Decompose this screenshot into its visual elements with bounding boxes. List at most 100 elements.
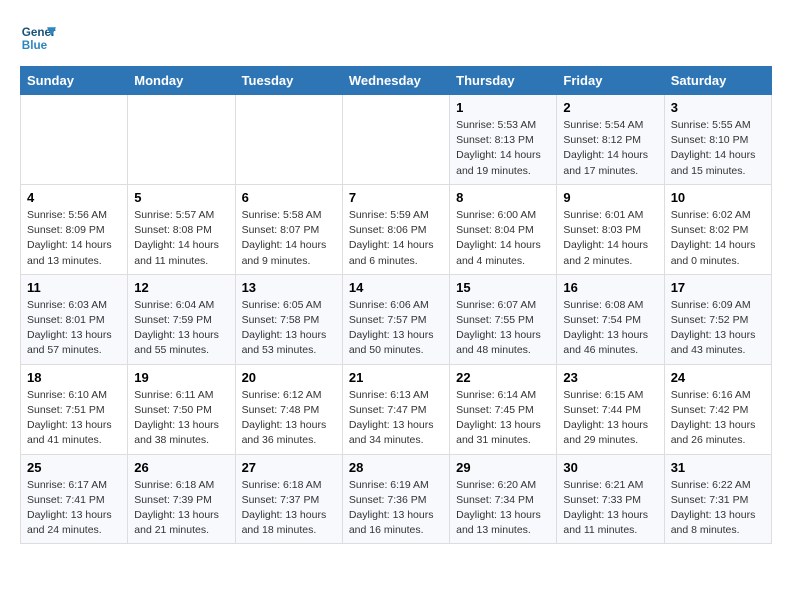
week-row-3: 11Sunrise: 6:03 AM Sunset: 8:01 PM Dayli…: [21, 274, 772, 364]
day-cell: 20 Sunrise: 6:12 AM Sunset: 7:48 PM Dayli…: [235, 364, 342, 454]
day-cell: 5 Sunrise: 5:57 AM Sunset: 8:08 PM Daylig…: [128, 184, 235, 274]
day-cell: 9 Sunrise: 6:01 AM Sunset: 8:03 PM Daylig…: [557, 184, 664, 274]
day-cell: 12 Sunrise: 6:04 AM Sunset: 7:59 PM Dayli…: [128, 274, 235, 364]
day-number: 19: [134, 370, 228, 385]
day-cell: 14 Sunrise: 6:06 AM Sunset: 7:57 PM Dayli…: [342, 274, 449, 364]
day-cell: 7 Sunrise: 5:59 AM Sunset: 8:06 PM Daylig…: [342, 184, 449, 274]
day-number: 23: [563, 370, 657, 385]
col-header-wednesday: Wednesday: [342, 67, 449, 95]
day-number: 13: [242, 280, 336, 295]
day-number: 5: [134, 190, 228, 205]
day-cell: 15 Sunrise: 6:07 AM Sunset: 7:55 PM Dayli…: [450, 274, 557, 364]
day-number: 14: [349, 280, 443, 295]
day-info: Sunrise: 5:55 AM Sunset: 8:10 PM Dayligh…: [671, 118, 765, 179]
day-info: Sunrise: 5:56 AM Sunset: 8:09 PM Dayligh…: [27, 208, 121, 269]
day-number: 25: [27, 460, 121, 475]
day-cell: 26Sunrise: 6:18 AM Sunset: 7:39 PM Dayli…: [128, 454, 235, 544]
day-cell: 8 Sunrise: 6:00 AM Sunset: 8:04 PM Daylig…: [450, 184, 557, 274]
day-number: 3: [671, 100, 765, 115]
day-cell: 16Sunrise: 6:08 AM Sunset: 7:54 PM Dayli…: [557, 274, 664, 364]
col-header-thursday: Thursday: [450, 67, 557, 95]
day-cell: 11Sunrise: 6:03 AM Sunset: 8:01 PM Dayli…: [21, 274, 128, 364]
day-cell: 28 Sunrise: 6:19 AM Sunset: 7:36 PM Dayli…: [342, 454, 449, 544]
day-info: Sunrise: 6:14 AM Sunset: 7:45 PM Dayligh…: [456, 388, 550, 449]
day-number: 29: [456, 460, 550, 475]
day-info: Sunrise: 6:04 AM Sunset: 7:59 PM Dayligh…: [134, 298, 228, 359]
day-cell: 24 Sunrise: 6:16 AM Sunset: 7:42 PM Dayli…: [664, 364, 771, 454]
day-cell: 22 Sunrise: 6:14 AM Sunset: 7:45 PM Dayli…: [450, 364, 557, 454]
day-cell: 6 Sunrise: 5:58 AM Sunset: 8:07 PM Daylig…: [235, 184, 342, 274]
day-number: 18: [27, 370, 121, 385]
day-number: 6: [242, 190, 336, 205]
day-cell: [128, 95, 235, 185]
svg-text:Blue: Blue: [22, 39, 48, 52]
day-info: Sunrise: 5:57 AM Sunset: 8:08 PM Dayligh…: [134, 208, 228, 269]
day-number: 21: [349, 370, 443, 385]
day-info: Sunrise: 6:21 AM Sunset: 7:33 PM Dayligh…: [563, 478, 657, 539]
day-number: 15: [456, 280, 550, 295]
day-info: Sunrise: 6:01 AM Sunset: 8:03 PM Dayligh…: [563, 208, 657, 269]
day-info: Sunrise: 6:07 AM Sunset: 7:55 PM Dayligh…: [456, 298, 550, 359]
day-info: Sunrise: 6:20 AM Sunset: 7:34 PM Dayligh…: [456, 478, 550, 539]
col-header-saturday: Saturday: [664, 67, 771, 95]
day-cell: 21Sunrise: 6:13 AM Sunset: 7:47 PM Dayli…: [342, 364, 449, 454]
day-info: Sunrise: 6:11 AM Sunset: 7:50 PM Dayligh…: [134, 388, 228, 449]
col-header-monday: Monday: [128, 67, 235, 95]
day-cell: [235, 95, 342, 185]
calendar-header-row: SundayMondayTuesdayWednesdayThursdayFrid…: [21, 67, 772, 95]
day-cell: [342, 95, 449, 185]
week-row-5: 25Sunrise: 6:17 AM Sunset: 7:41 PM Dayli…: [21, 454, 772, 544]
day-info: Sunrise: 6:15 AM Sunset: 7:44 PM Dayligh…: [563, 388, 657, 449]
day-cell: 10 Sunrise: 6:02 AM Sunset: 8:02 PM Dayli…: [664, 184, 771, 274]
day-number: 30: [563, 460, 657, 475]
day-number: 2: [563, 100, 657, 115]
day-number: 7: [349, 190, 443, 205]
day-info: Sunrise: 6:16 AM Sunset: 7:42 PM Dayligh…: [671, 388, 765, 449]
day-info: Sunrise: 6:18 AM Sunset: 7:37 PM Dayligh…: [242, 478, 336, 539]
day-number: 22: [456, 370, 550, 385]
day-cell: 19 Sunrise: 6:11 AM Sunset: 7:50 PM Dayli…: [128, 364, 235, 454]
day-info: Sunrise: 6:10 AM Sunset: 7:51 PM Dayligh…: [27, 388, 121, 449]
day-number: 8: [456, 190, 550, 205]
day-number: 9: [563, 190, 657, 205]
day-info: Sunrise: 6:09 AM Sunset: 7:52 PM Dayligh…: [671, 298, 765, 359]
day-info: Sunrise: 5:54 AM Sunset: 8:12 PM Dayligh…: [563, 118, 657, 179]
day-number: 17: [671, 280, 765, 295]
day-cell: 13 Sunrise: 6:05 AM Sunset: 7:58 PM Dayli…: [235, 274, 342, 364]
col-header-tuesday: Tuesday: [235, 67, 342, 95]
day-cell: 4Sunrise: 5:56 AM Sunset: 8:09 PM Daylig…: [21, 184, 128, 274]
day-info: Sunrise: 5:59 AM Sunset: 8:06 PM Dayligh…: [349, 208, 443, 269]
week-row-2: 4Sunrise: 5:56 AM Sunset: 8:09 PM Daylig…: [21, 184, 772, 274]
day-info: Sunrise: 5:58 AM Sunset: 8:07 PM Dayligh…: [242, 208, 336, 269]
day-info: Sunrise: 6:19 AM Sunset: 7:36 PM Dayligh…: [349, 478, 443, 539]
day-info: Sunrise: 6:12 AM Sunset: 7:48 PM Dayligh…: [242, 388, 336, 449]
day-info: Sunrise: 6:02 AM Sunset: 8:02 PM Dayligh…: [671, 208, 765, 269]
day-info: Sunrise: 6:22 AM Sunset: 7:31 PM Dayligh…: [671, 478, 765, 539]
col-header-friday: Friday: [557, 67, 664, 95]
day-number: 28: [349, 460, 443, 475]
day-info: Sunrise: 6:05 AM Sunset: 7:58 PM Dayligh…: [242, 298, 336, 359]
day-info: Sunrise: 6:18 AM Sunset: 7:39 PM Dayligh…: [134, 478, 228, 539]
logo-icon: General Blue: [20, 20, 56, 56]
day-cell: 27Sunrise: 6:18 AM Sunset: 7:37 PM Dayli…: [235, 454, 342, 544]
day-number: 20: [242, 370, 336, 385]
day-info: Sunrise: 6:06 AM Sunset: 7:57 PM Dayligh…: [349, 298, 443, 359]
week-row-4: 18 Sunrise: 6:10 AM Sunset: 7:51 PM Dayli…: [21, 364, 772, 454]
day-cell: 23 Sunrise: 6:15 AM Sunset: 7:44 PM Dayli…: [557, 364, 664, 454]
day-number: 1: [456, 100, 550, 115]
page-header: General Blue: [20, 20, 772, 56]
day-number: 31: [671, 460, 765, 475]
week-row-1: 1Sunrise: 5:53 AM Sunset: 8:13 PM Daylig…: [21, 95, 772, 185]
day-cell: 18 Sunrise: 6:10 AM Sunset: 7:51 PM Dayli…: [21, 364, 128, 454]
day-cell: 3 Sunrise: 5:55 AM Sunset: 8:10 PM Daylig…: [664, 95, 771, 185]
day-number: 10: [671, 190, 765, 205]
day-info: Sunrise: 6:00 AM Sunset: 8:04 PM Dayligh…: [456, 208, 550, 269]
day-number: 24: [671, 370, 765, 385]
day-number: 12: [134, 280, 228, 295]
day-cell: 17 Sunrise: 6:09 AM Sunset: 7:52 PM Dayli…: [664, 274, 771, 364]
day-cell: 1Sunrise: 5:53 AM Sunset: 8:13 PM Daylig…: [450, 95, 557, 185]
day-cell: 30 Sunrise: 6:21 AM Sunset: 7:33 PM Dayli…: [557, 454, 664, 544]
day-cell: 25Sunrise: 6:17 AM Sunset: 7:41 PM Dayli…: [21, 454, 128, 544]
day-number: 16: [563, 280, 657, 295]
day-cell: 31 Sunrise: 6:22 AM Sunset: 7:31 PM Dayli…: [664, 454, 771, 544]
